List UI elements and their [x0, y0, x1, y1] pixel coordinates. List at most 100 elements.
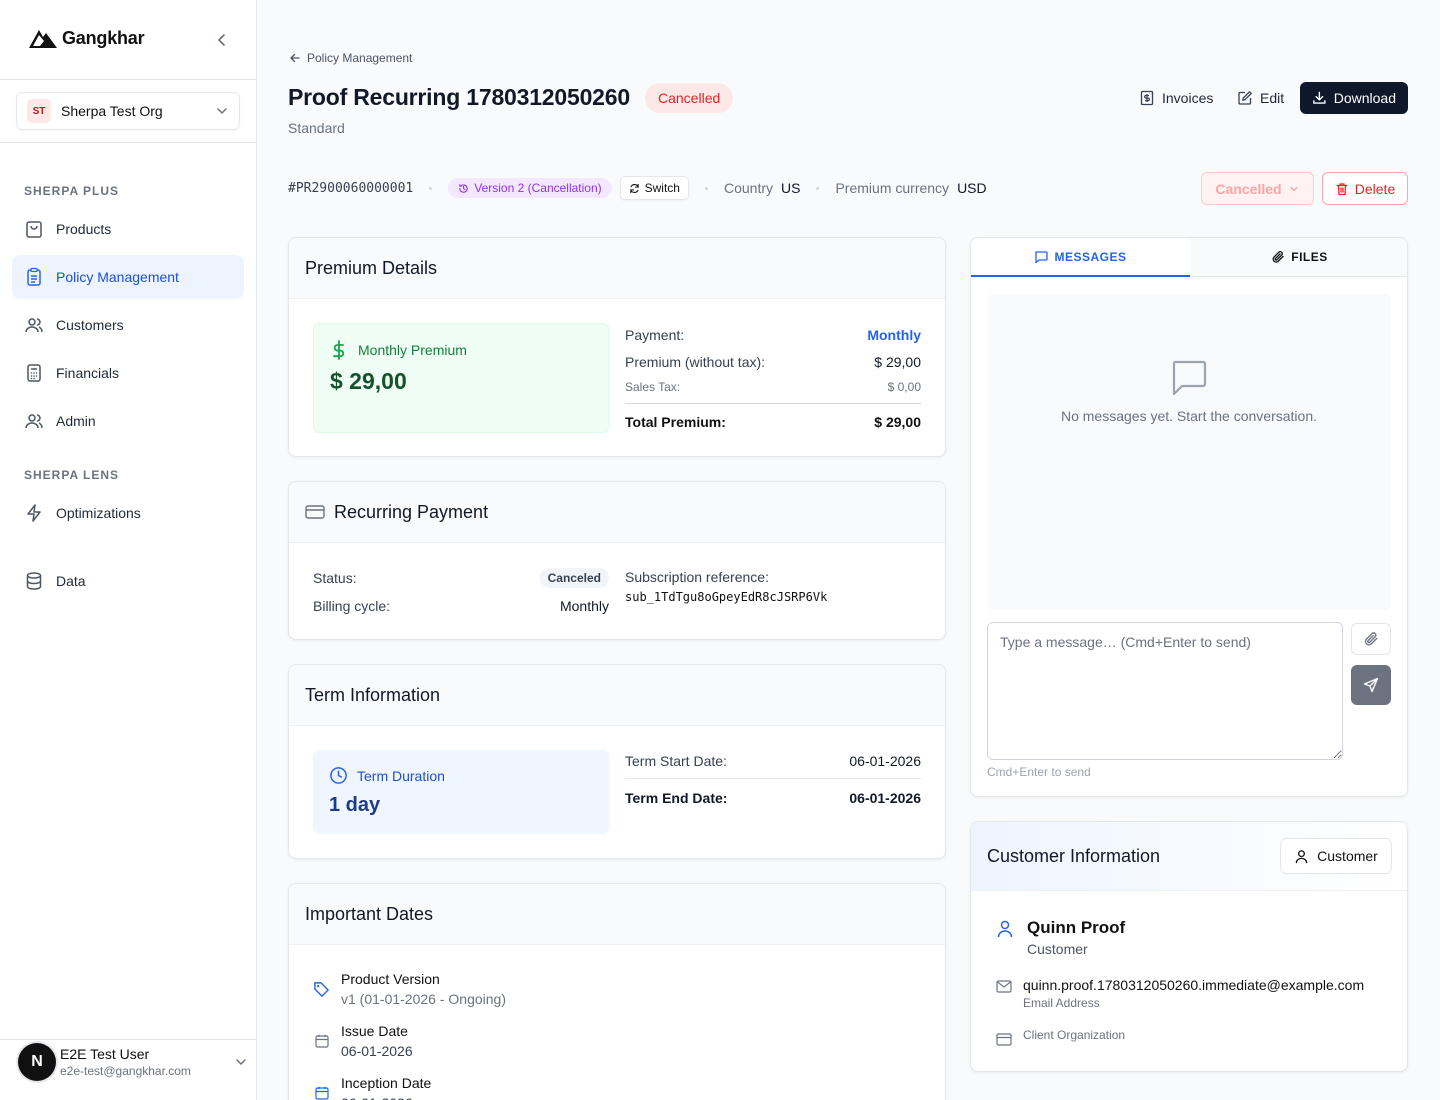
policy-meta-row: #PR2900060000001 Version 2 (Cancellation…	[288, 176, 987, 200]
clock-icon	[330, 767, 347, 784]
send-icon	[1363, 677, 1379, 693]
clipboard-icon	[27, 267, 41, 286]
total-premium-value: $ 29,00	[874, 414, 921, 430]
trash-icon	[1336, 182, 1348, 195]
receipt-icon	[1140, 90, 1154, 106]
monthly-premium-label: Monthly Premium	[358, 342, 467, 358]
subscription-reference-label: Subscription reference:	[625, 569, 769, 585]
send-hint: Cmd+Enter to send	[987, 765, 1091, 779]
dollar-icon	[333, 340, 345, 360]
sidebar-item-label: Data	[56, 573, 86, 589]
card-title: Important Dates	[289, 884, 945, 945]
org-name: Sherpa Test Org	[61, 103, 163, 119]
attach-button[interactable]	[1351, 623, 1391, 655]
customer-button[interactable]: Customer	[1280, 838, 1392, 874]
recurring-status-label: Status:	[313, 570, 357, 586]
section-sherpa-lens: SHERPA LENS	[24, 468, 120, 482]
customer-role: Customer	[1027, 941, 1088, 957]
invoices-button[interactable]: Invoices	[1131, 82, 1221, 114]
switch-label: Switch	[644, 181, 680, 195]
monthly-premium-box: Monthly Premium $ 29,00	[313, 323, 609, 433]
premium-details-card: Premium Details Monthly Premium $ 29,00 …	[288, 237, 946, 457]
date-value: v1 (01-01-2026 - Ongoing)	[341, 991, 506, 1007]
send-button[interactable]	[1351, 665, 1391, 705]
brand-logo[interactable]: Gangkhar	[28, 27, 145, 49]
delete-button[interactable]: Delete	[1322, 172, 1408, 205]
country-label: Country	[723, 180, 774, 196]
arrow-left-icon	[290, 53, 300, 63]
switch-version-button[interactable]: Switch	[619, 176, 689, 200]
billing-cycle-label: Billing cycle:	[313, 598, 391, 614]
sales-tax-value: $ 0,00	[887, 380, 921, 394]
download-button[interactable]: Download	[1300, 82, 1408, 114]
sidebar-item-optimizations[interactable]: Optimizations	[12, 491, 244, 535]
sidebar-item-products[interactable]: Products	[12, 207, 244, 251]
org-selector[interactable]: ST Sherpa Test Org	[16, 92, 240, 130]
date-label: Inception Date	[341, 1075, 432, 1091]
card-title: Premium Details	[289, 238, 945, 299]
user-icon	[1295, 849, 1308, 863]
card-title: Customer Information	[987, 846, 1161, 866]
premium-without-tax-value: $ 29,00	[874, 354, 921, 370]
chevron-down-icon	[1289, 186, 1298, 191]
section-sherpa-plus: SHERPA PLUS	[24, 184, 120, 198]
breadcrumb-back-link[interactable]: Policy Management	[289, 51, 412, 65]
payment-label: Payment:	[625, 327, 685, 343]
collapse-sidebar-button[interactable]	[212, 30, 232, 50]
users-icon	[25, 414, 43, 429]
sidebar-item-data[interactable]: Data	[12, 559, 244, 603]
sidebar-item-label: Policy Management	[56, 269, 179, 285]
currency-label: Premium currency	[835, 180, 950, 196]
user-icon	[997, 920, 1013, 938]
term-start-value: 06-01-2026	[849, 753, 921, 769]
term-information-card: Term Information Term Duration 1 day Ter…	[288, 664, 946, 859]
date-label: Product Version	[341, 971, 440, 987]
tab-label: MESSAGES	[1054, 249, 1127, 264]
edit-label: Edit	[1260, 90, 1285, 106]
divider	[0, 142, 256, 143]
user-menu[interactable]: N E2E Test User e2e-test@gangkhar.com	[18, 1042, 248, 1082]
bag-icon	[26, 221, 42, 238]
credit-card-icon	[305, 505, 325, 519]
delete-label: Delete	[1354, 180, 1396, 197]
country-value: US	[781, 180, 801, 196]
tab-messages[interactable]: MESSAGES	[971, 238, 1190, 277]
sidebar-item-policy-management[interactable]: Policy Management	[12, 255, 244, 299]
mail-icon	[996, 980, 1012, 993]
currency-value: USD	[957, 180, 987, 196]
brand-name: Gangkhar	[62, 27, 145, 48]
message-input[interactable]	[987, 622, 1343, 760]
message-empty-icon	[1172, 360, 1207, 396]
page-title: Proof Recurring 1780312050260	[288, 84, 630, 110]
database-icon	[26, 572, 42, 590]
message-list: No messages yet. Start the conversation.	[987, 294, 1391, 610]
status-dropdown[interactable]: Cancelled	[1201, 172, 1314, 205]
separator-dot	[816, 186, 820, 190]
monthly-premium-value: $ 29,00	[330, 368, 407, 394]
edit-icon	[1238, 91, 1252, 105]
tab-files[interactable]: FILES	[1190, 238, 1407, 276]
message-square-icon	[1035, 250, 1049, 263]
chevron-down-icon	[217, 108, 227, 115]
tag-icon	[314, 982, 329, 997]
sidebar-item-financials[interactable]: Financials	[12, 351, 244, 395]
sidebar-item-label: Financials	[56, 365, 120, 381]
customer-email: quinn.proof.1780312050260.immediate@exam…	[1023, 977, 1365, 993]
sidebar-item-customers[interactable]: Customers	[12, 303, 244, 347]
calendar-icon	[315, 1034, 329, 1048]
client-organization-label: Client Organization	[1023, 1028, 1126, 1042]
sidebar-item-admin[interactable]: Admin	[12, 399, 244, 443]
policy-number: #PR2900060000001	[288, 180, 414, 196]
card-header: Recurring Payment	[289, 482, 945, 543]
users-icon	[25, 318, 43, 333]
card-title: Term Information	[289, 665, 945, 726]
customer-name: Quinn Proof	[1027, 918, 1126, 937]
premium-without-tax-label: Premium (without tax):	[625, 354, 766, 370]
tab-label: FILES	[1291, 250, 1328, 264]
edit-button[interactable]: Edit	[1229, 82, 1292, 114]
calculator-icon	[27, 364, 41, 382]
sales-tax-label: Sales Tax:	[625, 380, 681, 394]
term-duration-value: 1 day	[329, 794, 381, 816]
separator-dot	[704, 186, 708, 190]
date-value: 06-01-2026	[341, 1043, 413, 1059]
